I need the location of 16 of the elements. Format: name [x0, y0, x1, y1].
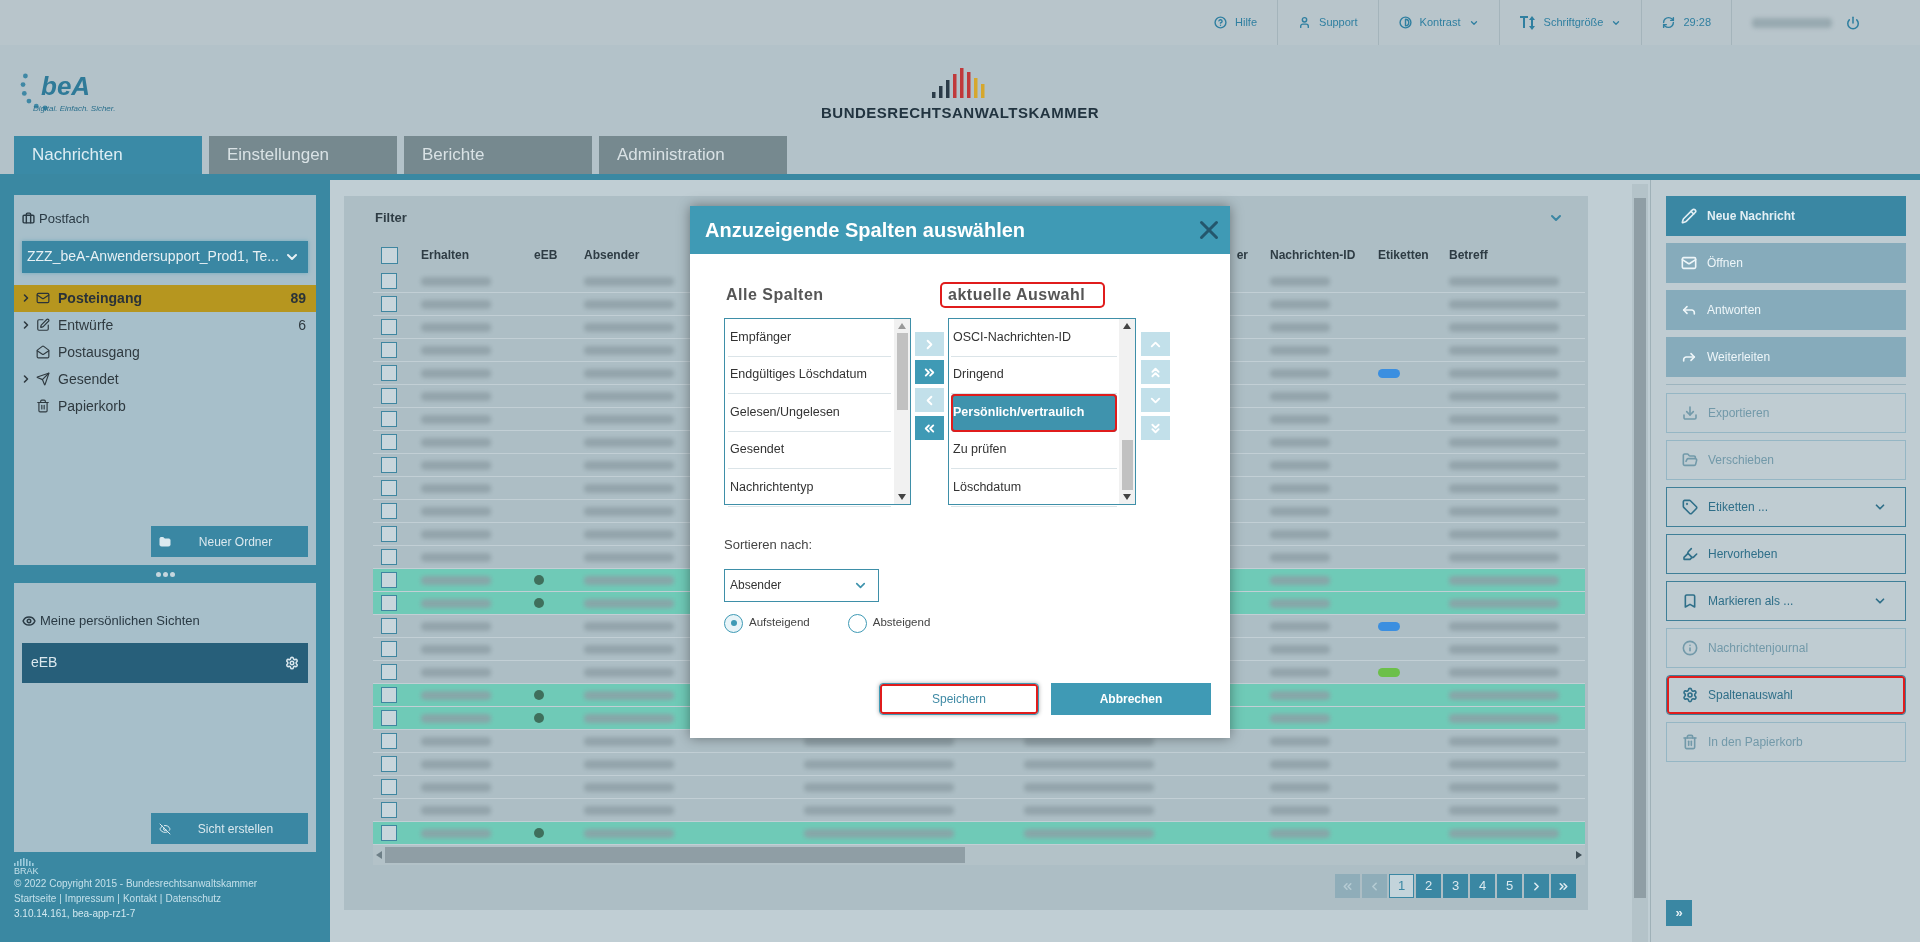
separator: |	[58, 892, 63, 906]
version-text: 3.10.14.161, bea-app-rz1-7	[14, 907, 137, 921]
copyright-text: © 2022 Copyright 2015 - Bundesrechtsanwaltskammer	[14, 877, 259, 891]
panel-title: Meine persönlichen Sichten	[40, 612, 200, 630]
sort-label: Sortieren nach:	[724, 536, 814, 554]
separator: |	[116, 892, 121, 906]
brand-name: BUNDESRECHTSANWALTSKAMMER	[820, 103, 1099, 124]
brak-logo-text: BRAK	[14, 866, 39, 876]
panel-title: Postfach	[39, 210, 90, 228]
dialog-title: Anzuzeigende Spalten auswählen	[705, 218, 1026, 243]
folder-count: 6	[298, 315, 306, 335]
folder-count: 89	[290, 288, 306, 308]
list-heading: Alle Spalten	[725, 285, 825, 305]
separator: |	[158, 892, 164, 906]
list-heading: aktuelle Auswahl	[940, 282, 1106, 308]
filter-title: Filter	[375, 209, 407, 228]
